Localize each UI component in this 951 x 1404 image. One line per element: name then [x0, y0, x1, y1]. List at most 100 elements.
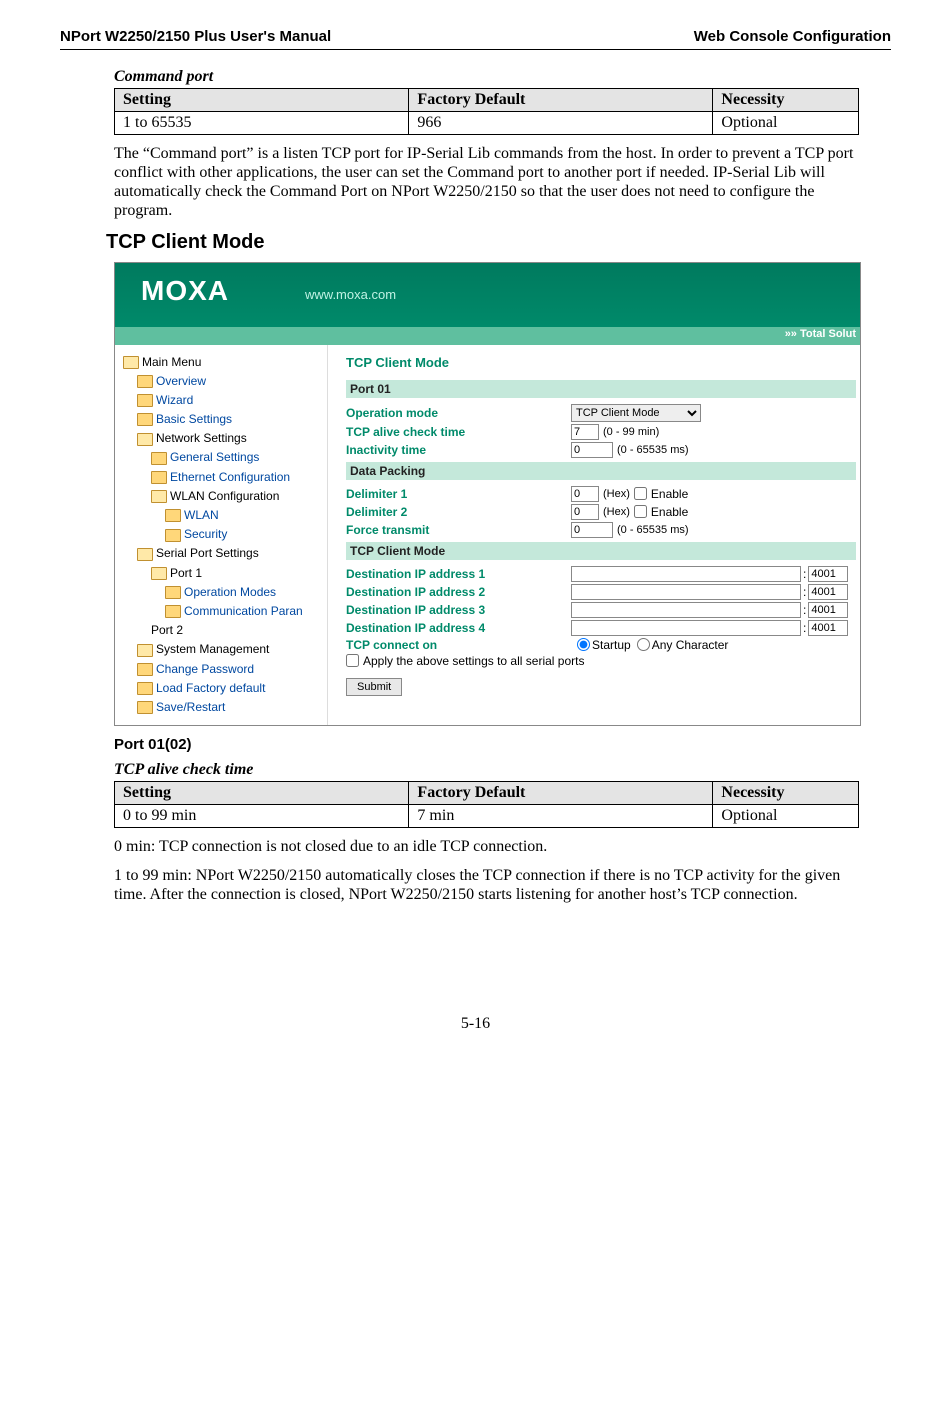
label-connect-on: TCP connect on: [346, 638, 571, 652]
form-title: TCP Client Mode: [346, 355, 856, 370]
page-header: NPort W2250/2150 Plus User's Manual Web …: [60, 28, 891, 50]
folder-icon: [137, 663, 153, 676]
tcp-client-mode-heading: TCP Client Mode: [106, 231, 891, 254]
folder-open-icon: [123, 356, 139, 369]
folder-icon: [165, 586, 181, 599]
label-dest2: Destination IP address 2: [346, 585, 571, 599]
hint-hex1: (Hex): [603, 488, 630, 500]
input-inactivity[interactable]: [571, 442, 613, 458]
label-delim2: Delimiter 2: [346, 505, 571, 519]
tcp-alive-table: Setting Factory Default Necessity 0 to 9…: [114, 781, 859, 828]
tree-basic-settings[interactable]: Basic Settings: [137, 410, 323, 429]
tree-wlan-config[interactable]: WLAN Configuration: [151, 487, 323, 506]
command-port-table: Setting Factory Default Necessity 1 to 6…: [114, 88, 859, 135]
logo-text: MOXA: [141, 275, 229, 306]
banner-strip: »» Total Solut: [115, 327, 860, 345]
port-0102-heading: Port 01(02): [114, 736, 891, 753]
input-dest-ip3[interactable]: [571, 602, 801, 618]
td-default: 966: [409, 112, 713, 135]
logo-url: www.moxa.com: [305, 287, 396, 302]
tree-system-management[interactable]: System Management: [137, 640, 323, 659]
tree-load-factory[interactable]: Load Factory default: [137, 679, 323, 698]
strip-text: »» Total Solut: [785, 328, 856, 340]
label-alive: TCP alive check time: [346, 425, 571, 439]
input-dest-port4[interactable]: [808, 620, 848, 636]
folder-open-icon: [137, 433, 153, 446]
nav-tree: Main Menu Overview Wizard Basic Settings…: [115, 345, 328, 726]
folder-open-icon: [151, 490, 167, 503]
td2-default: 7 min: [409, 805, 713, 828]
input-dest-ip1[interactable]: [571, 566, 801, 582]
tree-change-password[interactable]: Change Password: [137, 660, 323, 679]
tree-general-settings[interactable]: General Settings: [151, 448, 323, 467]
submit-button[interactable]: Submit: [346, 678, 402, 696]
folder-open-icon: [137, 644, 153, 657]
folder-icon: [151, 452, 167, 465]
input-delim1[interactable]: [571, 486, 599, 502]
input-delim2[interactable]: [571, 504, 599, 520]
tree-ethernet-config[interactable]: Ethernet Configuration: [151, 468, 323, 487]
label-enable2: Enable: [651, 505, 688, 519]
label-dest1: Destination IP address 1: [346, 567, 571, 581]
tree-comm-params[interactable]: Communication Paran: [165, 602, 323, 621]
radio-any-char[interactable]: [637, 638, 650, 651]
tree-serial-port-settings[interactable]: Serial Port Settings: [137, 544, 323, 563]
tree-overview[interactable]: Overview: [137, 372, 323, 391]
input-alive[interactable]: [571, 424, 599, 440]
folder-icon: [137, 701, 153, 714]
band-tcp-client: TCP Client Mode: [346, 542, 856, 560]
td-necessity: Optional: [713, 112, 859, 135]
checkbox-apply-all[interactable]: [346, 654, 359, 667]
th-default: Factory Default: [409, 89, 713, 112]
header-right: Web Console Configuration: [694, 28, 891, 45]
table2-caption: TCP alive check time: [114, 761, 891, 779]
input-dest-ip2[interactable]: [571, 584, 801, 600]
folder-icon: [165, 605, 181, 618]
td2-setting: 0 to 99 min: [115, 805, 409, 828]
band-data-packing: Data Packing: [346, 462, 856, 480]
folder-icon: [137, 682, 153, 695]
radio-startup[interactable]: [577, 638, 590, 651]
input-dest-port2[interactable]: [808, 584, 848, 600]
hint-alive: (0 - 99 min): [603, 426, 659, 438]
input-dest-port3[interactable]: [808, 602, 848, 618]
config-screenshot: MOXA www.moxa.com »» Total Solut Main Me…: [114, 262, 861, 727]
tree-port2[interactable]: Port 2: [151, 621, 323, 640]
th2-setting: Setting: [115, 782, 409, 805]
tree-security[interactable]: Security: [165, 525, 323, 544]
tree-root[interactable]: Main Menu: [123, 353, 323, 372]
tree-save-restart[interactable]: Save/Restart: [137, 698, 323, 717]
tree-operation-modes[interactable]: Operation Modes: [165, 583, 323, 602]
para-1to99: 1 to 99 min: NPort W2250/2150 automatica…: [114, 867, 859, 905]
tree-port1[interactable]: Port 1: [151, 564, 323, 583]
label-apply-all: Apply the above settings to all serial p…: [363, 654, 584, 668]
th-necessity: Necessity: [713, 89, 859, 112]
folder-icon: [151, 471, 167, 484]
input-dest-port1[interactable]: [808, 566, 848, 582]
hint-force-transmit: (0 - 65535 ms): [617, 524, 689, 536]
label-force-transmit: Force transmit: [346, 523, 571, 537]
select-op-mode[interactable]: TCP Client Mode: [571, 404, 701, 422]
tree-network-settings[interactable]: Network Settings: [137, 429, 323, 448]
input-dest-ip4[interactable]: [571, 620, 801, 636]
label-any-char: Any Character: [652, 638, 729, 652]
folder-icon: [137, 375, 153, 388]
tree-wizard[interactable]: Wizard: [137, 391, 323, 410]
tree-wlan[interactable]: WLAN: [165, 506, 323, 525]
label-enable1: Enable: [651, 487, 688, 501]
label-op-mode: Operation mode: [346, 406, 571, 420]
th2-default: Factory Default: [409, 782, 713, 805]
th2-necessity: Necessity: [713, 782, 859, 805]
folder-open-icon: [151, 567, 167, 580]
folder-icon: [165, 529, 181, 542]
label-delim1: Delimiter 1: [346, 487, 571, 501]
band-port01: Port 01: [346, 380, 856, 398]
screenshot-banner: MOXA www.moxa.com: [115, 263, 860, 327]
form-panel: TCP Client Mode Port 01 Operation mode T…: [328, 345, 860, 726]
checkbox-enable1[interactable]: [634, 487, 647, 500]
folder-icon: [137, 413, 153, 426]
para-0min: 0 min: TCP connection is not closed due …: [114, 838, 859, 857]
checkbox-enable2[interactable]: [634, 505, 647, 518]
td-setting: 1 to 65535: [115, 112, 409, 135]
input-force-transmit[interactable]: [571, 522, 613, 538]
